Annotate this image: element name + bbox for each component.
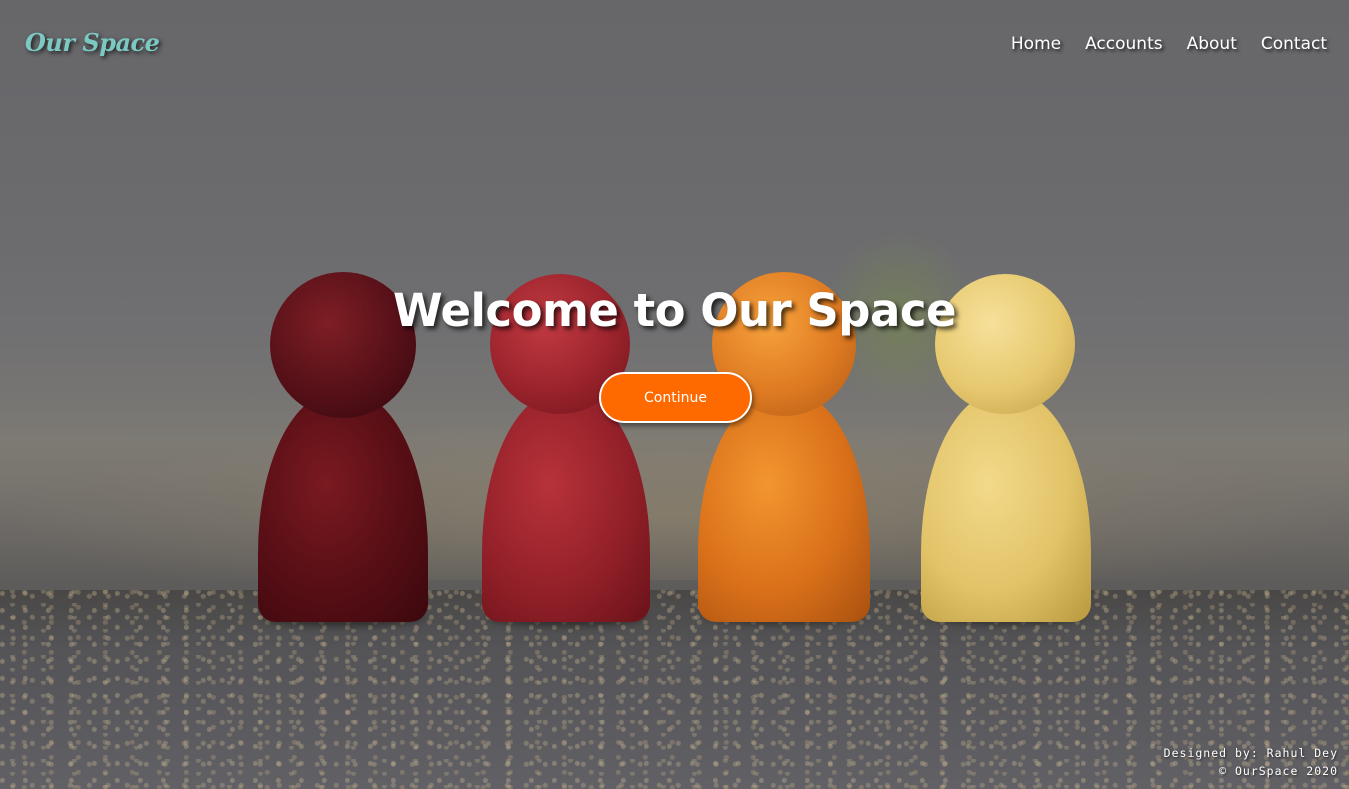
main-nav: Home Accounts About Contact [1011,34,1327,54]
nav-contact-link[interactable]: Contact [1261,34,1327,54]
site-logo[interactable]: Our Space [25,28,160,57]
background-blur [0,420,1349,580]
footer-copyright: © OurSpace 2020 [1219,764,1338,778]
nav-about-link[interactable]: About [1187,34,1237,54]
nav-accounts-link[interactable]: Accounts [1085,34,1163,54]
footer-designer-credit: Designed by: Rahul Dey [1163,746,1338,760]
hero-title: Welcome to Our Space [392,284,957,337]
nav-home-link[interactable]: Home [1011,34,1061,54]
continue-button[interactable]: Continue [599,372,752,423]
ground-texture [0,590,1349,789]
footer: Designed by: Rahul Dey © OurSpace 2020 [1164,744,1338,780]
